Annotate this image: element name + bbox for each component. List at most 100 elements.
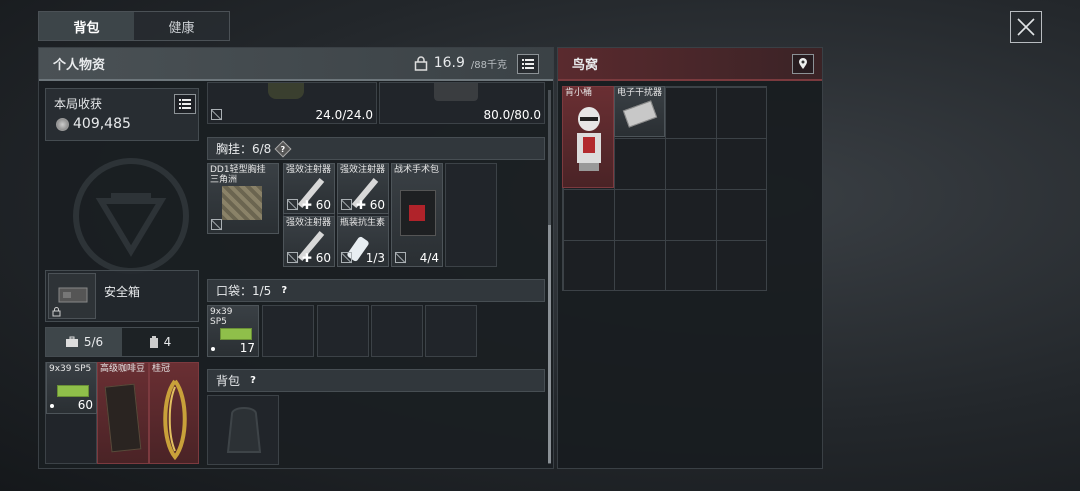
item-name: 强效注射器: [286, 218, 332, 228]
backpack-placeholder-icon: [226, 407, 262, 453]
item-count: 60: [315, 251, 331, 265]
helmet-icon: [268, 83, 304, 99]
backpack-title: 背包: [216, 374, 241, 388]
coffee-bag-icon: [104, 383, 142, 453]
help-icon[interactable]: ?: [274, 140, 292, 157]
personal-inventory-title: 个人物资: [53, 58, 106, 73]
vest-item-injector[interactable]: 强效注射器 ✚ 60: [337, 163, 389, 214]
item-count: 60: [369, 198, 385, 212]
weight-value: 16.9: [433, 55, 465, 71]
tab-safe-items[interactable]: 5/6: [46, 328, 122, 356]
safe-item-laurel[interactable]: 桂冠: [149, 362, 199, 464]
bird-nest-title: 鸟窝: [572, 58, 599, 73]
item-count: 1/3: [365, 251, 385, 265]
safe-tab-count-2: 4: [163, 335, 172, 349]
plus-icon: ✚: [355, 198, 370, 212]
no-insure-icon: [211, 219, 222, 230]
vest-item-antibiotic[interactable]: 瓶装抗生素 1/3: [337, 216, 389, 267]
pocket-section-bar: 口袋：1/5 ?: [207, 279, 545, 302]
sort-list-button[interactable]: [517, 54, 539, 74]
no-insure-icon: [287, 252, 298, 263]
pocket-cell[interactable]: [371, 305, 423, 357]
item-name: 9x39 SP5: [49, 364, 92, 374]
safe-tab-count: 5/6: [83, 335, 104, 349]
item-count: 24.0/24.0: [315, 108, 373, 122]
earnings-box: 本局收获 409,485: [45, 88, 199, 141]
tab-health[interactable]: 健康: [134, 12, 229, 40]
no-insure-icon: [395, 252, 406, 263]
pocket-cell[interactable]: [262, 305, 314, 357]
weight-capacity: /88千克: [470, 59, 507, 71]
weapon-slot-2[interactable]: 80.0/80.0: [379, 82, 545, 124]
weapon-slot-1[interactable]: 24.0/24.0: [207, 82, 377, 124]
ammo-box-icon: [220, 328, 252, 340]
location-button[interactable]: [792, 54, 814, 74]
help-icon[interactable]: ?: [277, 284, 291, 298]
vest-section-bar: 胸挂：6/8 ?: [207, 137, 545, 160]
ammo-dot-icon: [211, 347, 215, 351]
safe-item-coffee[interactable]: 高级咖啡豆: [97, 362, 149, 464]
close-icon: [1017, 18, 1035, 36]
item-count-wrap: ✚ 60: [302, 251, 331, 265]
location-pin-icon: [799, 58, 807, 69]
vest-item-surgery-kit[interactable]: 战术手术包 4/4: [391, 163, 443, 267]
safe-tabs: 5/6 4: [45, 327, 199, 357]
pocket-cell[interactable]: [425, 305, 477, 357]
safebox-row[interactable]: 安全箱: [45, 270, 199, 322]
tab-backpack[interactable]: 背包: [39, 12, 134, 40]
lock-icon: [414, 55, 427, 71]
vest-rig[interactable]: DD1轻型胸挂三角洲: [207, 163, 279, 234]
vest-cell: [445, 163, 497, 267]
item-count-wrap: ✚ 60: [302, 198, 331, 212]
item-count: 60: [315, 198, 331, 212]
list-icon: [522, 59, 534, 69]
pocket-cell[interactable]: [317, 305, 369, 357]
lock-icon: [52, 307, 61, 317]
briefcase-icon: [65, 336, 78, 347]
weight-display: 16.9 /88千克: [414, 55, 507, 71]
nest-item-jammer[interactable]: 电子干扰器: [614, 86, 665, 137]
close-button[interactable]: [1010, 11, 1042, 43]
item-name: 肯小桶: [565, 88, 593, 98]
plus-icon: ✚: [301, 251, 316, 265]
item-count: 80.0/80.0: [483, 108, 541, 122]
earnings-value: 409,485: [73, 116, 131, 132]
kit-red-patch: [409, 205, 425, 221]
safebox-slot: [48, 273, 96, 319]
bird-nest-header: 鸟窝: [558, 48, 822, 81]
bird-nest-panel: 鸟窝 肯小桶 电子干扰器: [557, 47, 823, 469]
personal-inventory-panel: 个人物资 16.9 /88千克 本局收获 409,485 安全箱 5/6 4 9…: [38, 47, 554, 469]
nest-item-ken-bucket[interactable]: 肯小桶: [562, 86, 614, 188]
tab-safe-other[interactable]: 4: [122, 328, 198, 356]
ammo-box-icon: [57, 385, 89, 397]
vest-item-injector[interactable]: 强效注射器 ✚ 60: [283, 216, 335, 267]
jammer-device-icon: [622, 100, 658, 128]
help-mark: ?: [281, 143, 286, 153]
chest-rig-icon: [222, 186, 262, 220]
item-name: 9x39 SP5: [210, 307, 233, 327]
item-name: 强效注射器: [286, 165, 332, 175]
list-icon: [179, 99, 191, 109]
no-insure-icon: [287, 199, 298, 210]
backpack-slot[interactable]: [207, 395, 279, 465]
item-name: 桂冠: [152, 364, 171, 374]
pocket-title: 口袋：1/5: [216, 284, 272, 298]
safebox-icon: [58, 287, 88, 303]
personal-inventory-header: 个人物资 16.9 /88千克: [39, 48, 553, 81]
item-name: 高级咖啡豆: [100, 364, 146, 374]
item-count: 17: [239, 341, 255, 355]
safebox-label: 安全箱: [104, 285, 141, 299]
no-insure-icon: [341, 199, 352, 210]
vest-item-injector[interactable]: 强效注射器 ✚ 60: [283, 163, 335, 214]
item-count: 4/4: [419, 251, 439, 265]
scrollbar-thumb[interactable]: [548, 225, 551, 463]
item-name: 电子干扰器: [617, 88, 663, 98]
canister-icon: [149, 335, 158, 348]
help-icon[interactable]: ?: [246, 374, 260, 388]
earnings-list-button[interactable]: [174, 94, 196, 114]
safe-item-ammo[interactable]: 9x39 SP5 60: [46, 362, 97, 414]
pocket-item-ammo[interactable]: 9x39 SP5 17: [207, 305, 259, 357]
earnings-label: 本局收获: [54, 97, 103, 111]
ammo-dot-icon: [50, 404, 54, 408]
coin-icon: [56, 117, 69, 131]
